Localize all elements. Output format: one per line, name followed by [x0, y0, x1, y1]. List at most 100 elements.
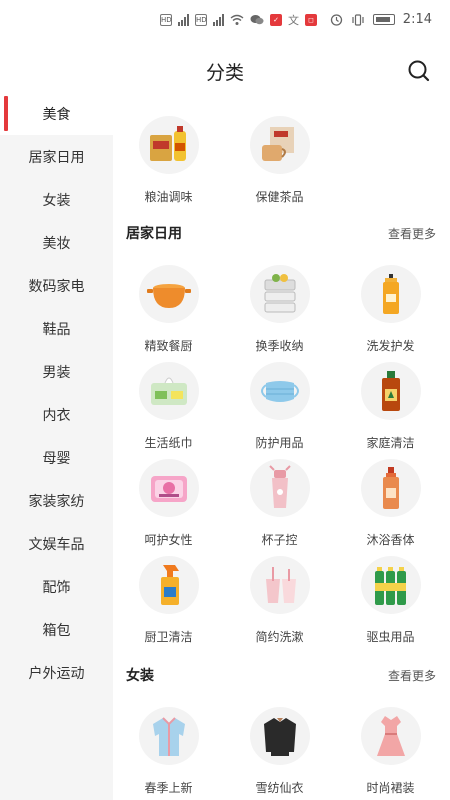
sidebar-item-home-textiles[interactable]: 家装家纺 [0, 479, 113, 522]
category-tile[interactable]: 厨卫清洁 [113, 548, 224, 645]
cup-icon [249, 459, 310, 517]
insect-repellent-icon [360, 556, 421, 614]
sidebar-item-food[interactable]: 美食 [0, 92, 113, 135]
category-tile[interactable]: 防护用品 [224, 354, 335, 451]
wechat-icon [250, 15, 264, 25]
sidebar-item-label: 箱包 [42, 622, 71, 639]
vibrate-icon [352, 13, 364, 26]
category-tile-label: 雪纺仙衣 [255, 781, 304, 795]
view-more-link[interactable]: 查看更多 [388, 667, 436, 684]
spray-icon [138, 556, 199, 614]
sidebar-item-label: 配饰 [42, 579, 71, 596]
category-tile-label: 家庭清洁 [366, 436, 415, 450]
blouse-icon [249, 707, 310, 765]
hd-badge-2: HD [195, 14, 207, 26]
household-grid: 精致餐厨 换季收纳 洗发护发 生活纸巾 防护用品 家庭清洁 呵护女性 杯子控 沐… [113, 257, 450, 645]
category-tile[interactable]: 驱虫用品 [335, 548, 446, 645]
category-tile[interactable]: 简约洗漱 [224, 548, 335, 645]
sidebar-item-household[interactable]: 居家日用 [0, 135, 113, 178]
search-icon [408, 60, 430, 82]
sidebar-item-label: 居家日用 [28, 149, 85, 166]
coat-icon [138, 707, 199, 765]
category-tile-label: 杯子控 [261, 533, 298, 547]
category-tile-label: 春季上新 [144, 781, 193, 795]
sidebar-item-label: 数码家电 [28, 278, 85, 295]
sidebar-item-womens-wear[interactable]: 女装 [0, 178, 113, 221]
app-notification-icon: ✓ [270, 14, 282, 26]
category-tile-label: 换季收纳 [255, 339, 304, 353]
section-header-household: 居家日用 查看更多 [113, 209, 450, 257]
category-content: 粮油调味 保健茶品 居家日用 查看更多 精致餐厨 换季收纳 洗发护发 生活纸巾 [113, 100, 450, 800]
category-tile-label: 沐浴香体 [366, 533, 415, 547]
sidebar-item-label: 鞋品 [42, 321, 71, 338]
category-tile[interactable]: 呵护女性 [113, 451, 224, 548]
sidebar-item-underwear[interactable]: 内衣 [0, 393, 113, 436]
sidebar-item-label: 男装 [42, 364, 71, 381]
sidebar-item-label: 内衣 [42, 407, 71, 424]
battery-icon [372, 14, 395, 25]
status-right: 2:14 [330, 12, 432, 27]
category-tile-label: 精致餐厨 [144, 339, 193, 353]
sidebar-item-shoes[interactable]: 鞋品 [0, 307, 113, 350]
signal-icon [178, 14, 189, 26]
category-tile-label: 简约洗漱 [255, 630, 304, 644]
tissue-icon [138, 362, 199, 420]
mask-icon [249, 362, 310, 420]
category-tile[interactable]: 粮油调味 [113, 108, 224, 205]
sidebar-item-menswear[interactable]: 男装 [0, 350, 113, 393]
category-tile[interactable]: 生活纸巾 [113, 354, 224, 451]
category-tile-label: 驱虫用品 [366, 630, 415, 644]
category-tile[interactable]: 洗发护发 [335, 257, 446, 354]
category-tile[interactable]: 保健茶品 [224, 108, 335, 205]
sidebar-item-accessories[interactable]: 配饰 [0, 565, 113, 608]
toothbrush-cup-icon [249, 556, 310, 614]
category-tile-label: 生活纸巾 [144, 436, 193, 450]
category-tile[interactable]: 沐浴香体 [335, 451, 446, 548]
sidebar-item-label: 母婴 [42, 450, 71, 467]
section-header-womens-wear: 女装 查看更多 [113, 651, 450, 699]
app-notification-icon-2: ◻ [305, 14, 317, 26]
section-title: 女装 [126, 668, 154, 684]
category-tile-label: 保健茶品 [255, 190, 304, 204]
section-title: 居家日用 [126, 226, 182, 242]
app-text-icon: 文 [288, 14, 299, 27]
view-more-link[interactable]: 查看更多 [388, 225, 436, 242]
search-button[interactable] [406, 58, 432, 84]
grain-oil-icon [138, 116, 199, 174]
womens-wear-grid: 春季上新 雪纺仙衣 时尚裙装 [113, 699, 450, 796]
alarm-icon [330, 14, 342, 26]
category-tile[interactable]: 雪纺仙衣 [224, 699, 335, 796]
category-tile-label: 时尚裙装 [366, 781, 415, 795]
sidebar-item-label: 户外运动 [28, 665, 85, 682]
sidebar-item-label: 文娱车品 [28, 536, 85, 553]
tea-icon [249, 116, 310, 174]
sidebar-item-outdoor[interactable]: 户外运动 [0, 651, 113, 694]
pad-icon [138, 459, 199, 517]
body-wash-icon [360, 459, 421, 517]
category-tile[interactable]: 换季收纳 [224, 257, 335, 354]
category-tile-label: 呵护女性 [144, 533, 193, 547]
category-tile[interactable]: 杯子控 [224, 451, 335, 548]
wifi-icon [230, 14, 244, 25]
shampoo-icon [360, 265, 421, 323]
category-tile[interactable]: 家庭清洁 [335, 354, 446, 451]
hd-badge: HD [160, 14, 172, 26]
category-tile[interactable]: 时尚裙装 [335, 699, 446, 796]
pot-icon [138, 265, 199, 323]
category-tile-label: 粮油调味 [144, 190, 193, 204]
sidebar-item-entertainment-auto[interactable]: 文娱车品 [0, 522, 113, 565]
cleaner-bottle-icon [360, 362, 421, 420]
sidebar-item-label: 美食 [42, 106, 71, 123]
sidebar-item-beauty[interactable]: 美妆 [0, 221, 113, 264]
category-tile[interactable]: 精致餐厨 [113, 257, 224, 354]
sidebar-item-electronics[interactable]: 数码家电 [0, 264, 113, 307]
sidebar-item-baby[interactable]: 母婴 [0, 436, 113, 479]
sidebar-item-bags[interactable]: 箱包 [0, 608, 113, 651]
header: 分类 [0, 40, 450, 100]
category-tile-label: 防护用品 [255, 436, 304, 450]
status-bar: HD HD ✓ 文 ◻ 2:14 [0, 0, 450, 40]
storage-icon [249, 265, 310, 323]
sidebar-item-label: 女装 [42, 192, 71, 209]
sidebar-item-label: 美妆 [42, 235, 71, 252]
category-tile[interactable]: 春季上新 [113, 699, 224, 796]
